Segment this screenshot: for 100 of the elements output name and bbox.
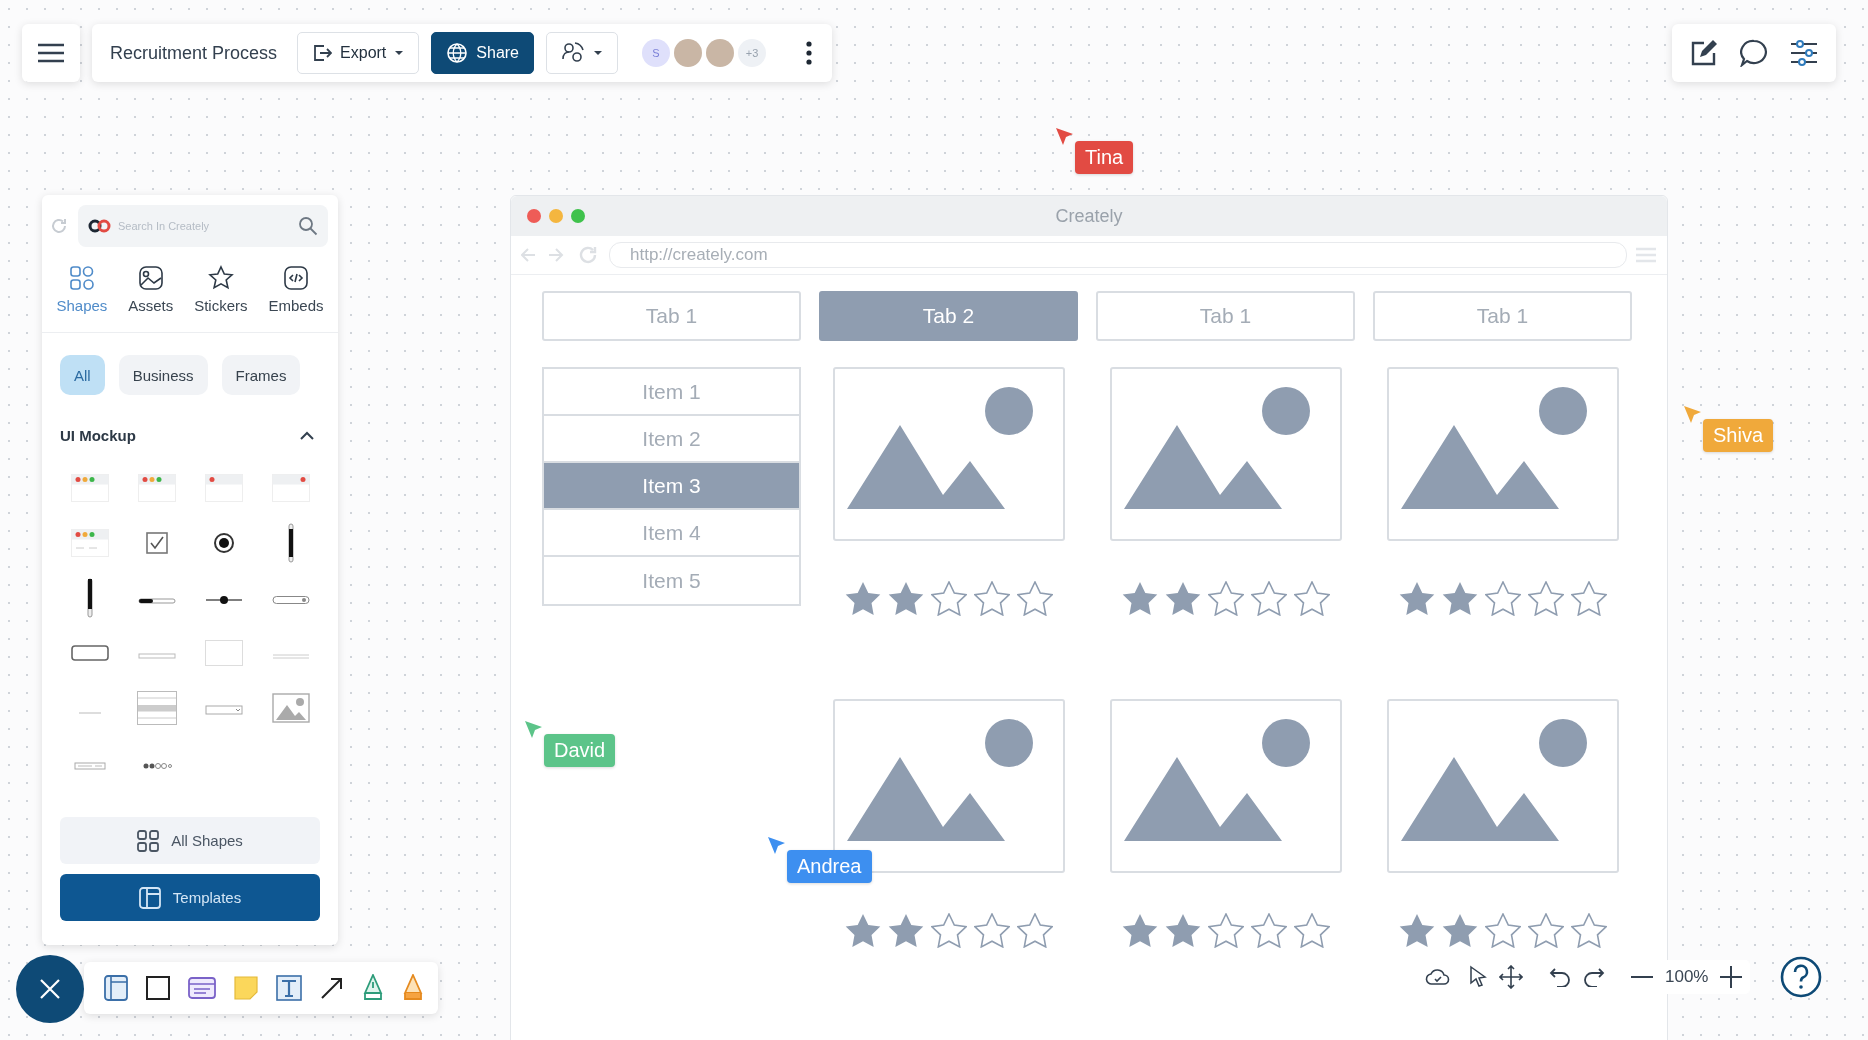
pen-tool-icon[interactable] [362,974,384,1002]
shape-thumbnail[interactable] [271,651,310,660]
document-title[interactable]: Recruitment Process [110,42,278,64]
collapse-button[interactable] [300,431,314,440]
filled-star-icon [1121,913,1158,948]
category-tab[interactable]: Assets [128,265,174,314]
menu-button[interactable] [22,24,80,82]
frame-tool-icon[interactable] [104,975,128,1001]
empty-star-icon [1527,581,1564,616]
settings-icon[interactable] [1790,40,1818,66]
zoom-level: 100% [1665,967,1709,987]
empty-star-icon [1527,913,1564,948]
filled-star-icon [1398,913,1435,948]
shape-thumbnail[interactable] [85,577,94,618]
empty-star-icon [1570,913,1607,948]
cursor-arrow-icon [767,836,787,856]
close-icon [38,977,62,1001]
cursor-arrow-icon [1055,127,1075,147]
filter-chip[interactable]: Business [118,355,208,395]
filled-star-icon [887,581,924,616]
filled-star-icon [887,913,924,948]
mockup-tab[interactable]: Tab 1 [1096,291,1355,341]
category-tab[interactable]: Stickers [194,265,248,314]
empty-star-icon [1207,581,1244,616]
text-tool-icon[interactable] [276,975,302,1001]
pointer-icon[interactable] [1469,965,1487,989]
user-cursor-label: Andrea [787,850,872,883]
browser-title: Creately [1054,205,1124,227]
empty-star-icon [973,581,1010,616]
template-icon [138,886,161,909]
zoom-out-button[interactable] [1631,975,1653,979]
filled-star-icon [1164,581,1201,616]
shape-thumbnail[interactable] [204,594,243,605]
highlighter-icon[interactable] [402,974,424,1002]
menu-icon [1635,246,1657,264]
empty-star-icon [973,913,1010,948]
category-tab[interactable]: Shapes [56,265,108,314]
empty-star-icon [1016,581,1053,616]
filter-chip[interactable]: Frames [221,355,301,395]
shape-thumbnail[interactable] [212,531,235,554]
shape-thumbnail[interactable] [70,644,109,661]
filled-star-icon [1398,581,1435,616]
empty-star-icon [1484,913,1521,948]
shape-thumbnail[interactable] [137,596,176,605]
shape-thumbnail[interactable] [271,594,310,605]
filter-chip[interactable]: All [60,355,105,395]
mockup-list-item[interactable]: Item 3 [544,463,799,510]
minus-icon [1631,975,1653,979]
cursor-arrow-icon [524,720,544,740]
shape-thumbnail[interactable] [136,690,177,725]
user-cursor-label: Shiva [1703,419,1774,452]
filled-star-icon [844,581,881,616]
shape-thumbnail[interactable] [73,761,106,770]
empty-star-icon [1293,913,1330,948]
section-title: UI Mockup [60,427,136,444]
assets-icon [137,265,164,291]
filled-star-icon [1164,913,1201,948]
help-icon [1780,956,1823,998]
empty-star-icon [1484,581,1521,616]
comment-icon[interactable] [1740,39,1768,67]
embeds-icon [282,265,309,291]
globe-icon [446,42,469,64]
mockup-tab[interactable]: Tab 2 [819,291,1078,341]
shape-thumbnail[interactable] [145,531,168,554]
card-tool-icon[interactable] [188,977,216,999]
all-shapes-button[interactable]: All Shapes [60,817,320,864]
zoom-in-button[interactable] [1720,966,1743,988]
search-input[interactable]: Search In Creately [116,219,294,233]
shape-thumbnail[interactable] [286,522,295,563]
kebab-icon [806,41,812,65]
export-button[interactable]: Export [297,32,420,74]
rectangle-tool-icon[interactable] [146,976,170,1000]
search-icon[interactable] [298,216,318,236]
collaborators-button[interactable] [546,32,618,74]
category-tab[interactable]: Embeds [268,265,324,314]
templates-button[interactable]: Templates [60,874,320,921]
shape-thumbnail[interactable] [271,692,310,723]
mockup-tab[interactable]: Tab 1 [1373,291,1632,341]
help-button[interactable] [1780,956,1823,998]
more-users-count[interactable]: +3 [738,39,766,67]
address-bar: http://creately.com [609,242,1627,268]
mockup-tab[interactable]: Tab 1 [542,291,801,341]
menu-icon [37,43,65,63]
undo-icon[interactable] [1549,967,1571,987]
shape-thumbnail[interactable] [137,651,176,660]
share-button[interactable]: Share [431,32,534,74]
move-icon[interactable] [1499,965,1523,989]
arrow-tool-icon[interactable] [320,976,344,1000]
user-avatar[interactable]: S [642,39,670,67]
grid-icon [137,829,160,852]
redo-icon[interactable] [1583,967,1605,987]
edit-icon[interactable] [1690,39,1718,67]
user-cursor-label: David [544,734,616,767]
shape-thumbnail[interactable] [77,710,102,715]
filled-star-icon [1121,581,1158,616]
shape-thumbnail[interactable] [204,704,243,715]
cloud-sync-icon[interactable] [1425,967,1451,987]
empty-star-icon [930,913,967,948]
empty-star-icon [1250,913,1287,948]
shape-thumbnail[interactable] [141,761,172,770]
